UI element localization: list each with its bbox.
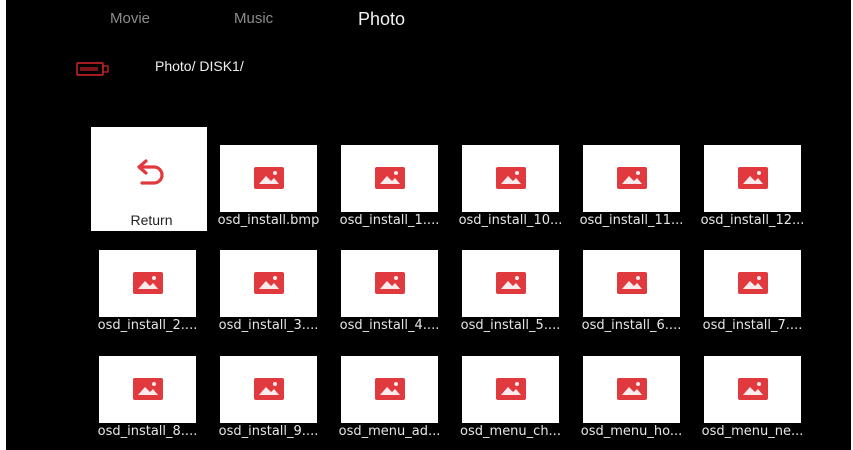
file-name-label: osd_menu_ne... <box>701 424 804 439</box>
file-tile[interactable]: osd_install_1.... <box>329 127 450 231</box>
file-name-label: osd_install_8.... <box>97 424 198 439</box>
image-thumbnail <box>583 250 680 317</box>
image-thumbnail <box>462 356 559 423</box>
image-thumbnail <box>583 145 680 212</box>
image-thumbnail <box>704 356 801 423</box>
return-arrow-icon <box>137 159 164 185</box>
image-file-icon <box>496 272 526 294</box>
image-file-icon <box>738 378 768 400</box>
image-thumbnail <box>341 356 438 423</box>
image-file-icon <box>254 167 284 189</box>
file-tile[interactable]: osd_install_10... <box>450 127 571 231</box>
image-file-icon <box>496 378 526 400</box>
image-thumbnail <box>341 250 438 317</box>
image-thumbnail <box>220 145 317 212</box>
return-label: Return <box>130 212 173 228</box>
file-name-label: osd_menu_ho... <box>580 424 683 439</box>
file-name-label: osd_install_4.... <box>339 318 440 333</box>
file-name-label: osd_install_11... <box>579 213 684 228</box>
file-tile[interactable]: osd_install_12... <box>692 127 813 231</box>
file-name-label: osd_install_9.... <box>218 424 319 439</box>
file-name-label: osd_install_12... <box>700 213 805 228</box>
file-tile[interactable]: osd_install_9.... <box>208 338 329 442</box>
file-name-label: osd_install_10... <box>458 213 563 228</box>
file-tile[interactable]: osd_install_2.... <box>87 232 208 336</box>
file-name-label: osd_menu_ch... <box>460 424 561 439</box>
image-thumbnail <box>220 250 317 317</box>
file-tile[interactable]: osd_menu_ad... <box>329 338 450 442</box>
file-tile[interactable]: osd_menu_ho... <box>571 338 692 442</box>
image-thumbnail <box>220 356 317 423</box>
file-tile[interactable]: osd_install_7.... <box>692 232 813 336</box>
file-tile[interactable]: osd_menu_ch... <box>450 338 571 442</box>
image-file-icon <box>254 272 284 294</box>
image-file-icon <box>254 378 284 400</box>
image-file-icon <box>617 378 647 400</box>
image-file-icon <box>738 272 768 294</box>
file-name-label: osd_install_3.... <box>218 318 319 333</box>
image-file-icon <box>375 167 405 189</box>
file-name-label: osd_menu_ad... <box>338 424 441 439</box>
image-file-icon <box>617 272 647 294</box>
image-thumbnail <box>462 250 559 317</box>
image-file-icon <box>375 378 405 400</box>
file-name-label: osd_install_7.... <box>702 318 803 333</box>
image-file-icon <box>133 272 163 294</box>
file-grid: Return osd_install.bmp osd_install_1.... o… <box>6 0 851 450</box>
image-file-icon <box>617 167 647 189</box>
image-file-icon <box>496 167 526 189</box>
file-tile[interactable]: osd_install_6.... <box>571 232 692 336</box>
file-tile[interactable]: osd_menu_ne... <box>692 338 813 442</box>
return-button[interactable]: Return <box>91 127 207 231</box>
image-thumbnail <box>583 356 680 423</box>
image-thumbnail <box>462 145 559 212</box>
image-file-icon <box>133 378 163 400</box>
file-name-label: osd_install_2.... <box>97 318 198 333</box>
image-thumbnail <box>99 250 196 317</box>
file-tile[interactable]: osd_install_8.... <box>87 338 208 442</box>
file-tile[interactable]: osd_install_4.... <box>329 232 450 336</box>
image-file-icon <box>375 272 405 294</box>
image-thumbnail <box>99 356 196 423</box>
file-tile[interactable]: osd_install.bmp <box>208 127 329 231</box>
media-browser-screen: Movie Music Photo Photo/ DISK1/ Return o… <box>6 0 851 450</box>
image-thumbnail <box>341 145 438 212</box>
file-name-label: osd_install.bmp <box>217 213 320 228</box>
file-tile[interactable]: osd_install_5.... <box>450 232 571 336</box>
image-file-icon <box>738 167 768 189</box>
image-thumbnail <box>704 145 801 212</box>
file-tile[interactable]: osd_install_3.... <box>208 232 329 336</box>
image-thumbnail <box>704 250 801 317</box>
file-tile[interactable]: osd_install_11... <box>571 127 692 231</box>
file-name-label: osd_install_1.... <box>339 213 440 228</box>
file-name-label: osd_install_6.... <box>581 318 682 333</box>
file-name-label: osd_install_5.... <box>460 318 561 333</box>
